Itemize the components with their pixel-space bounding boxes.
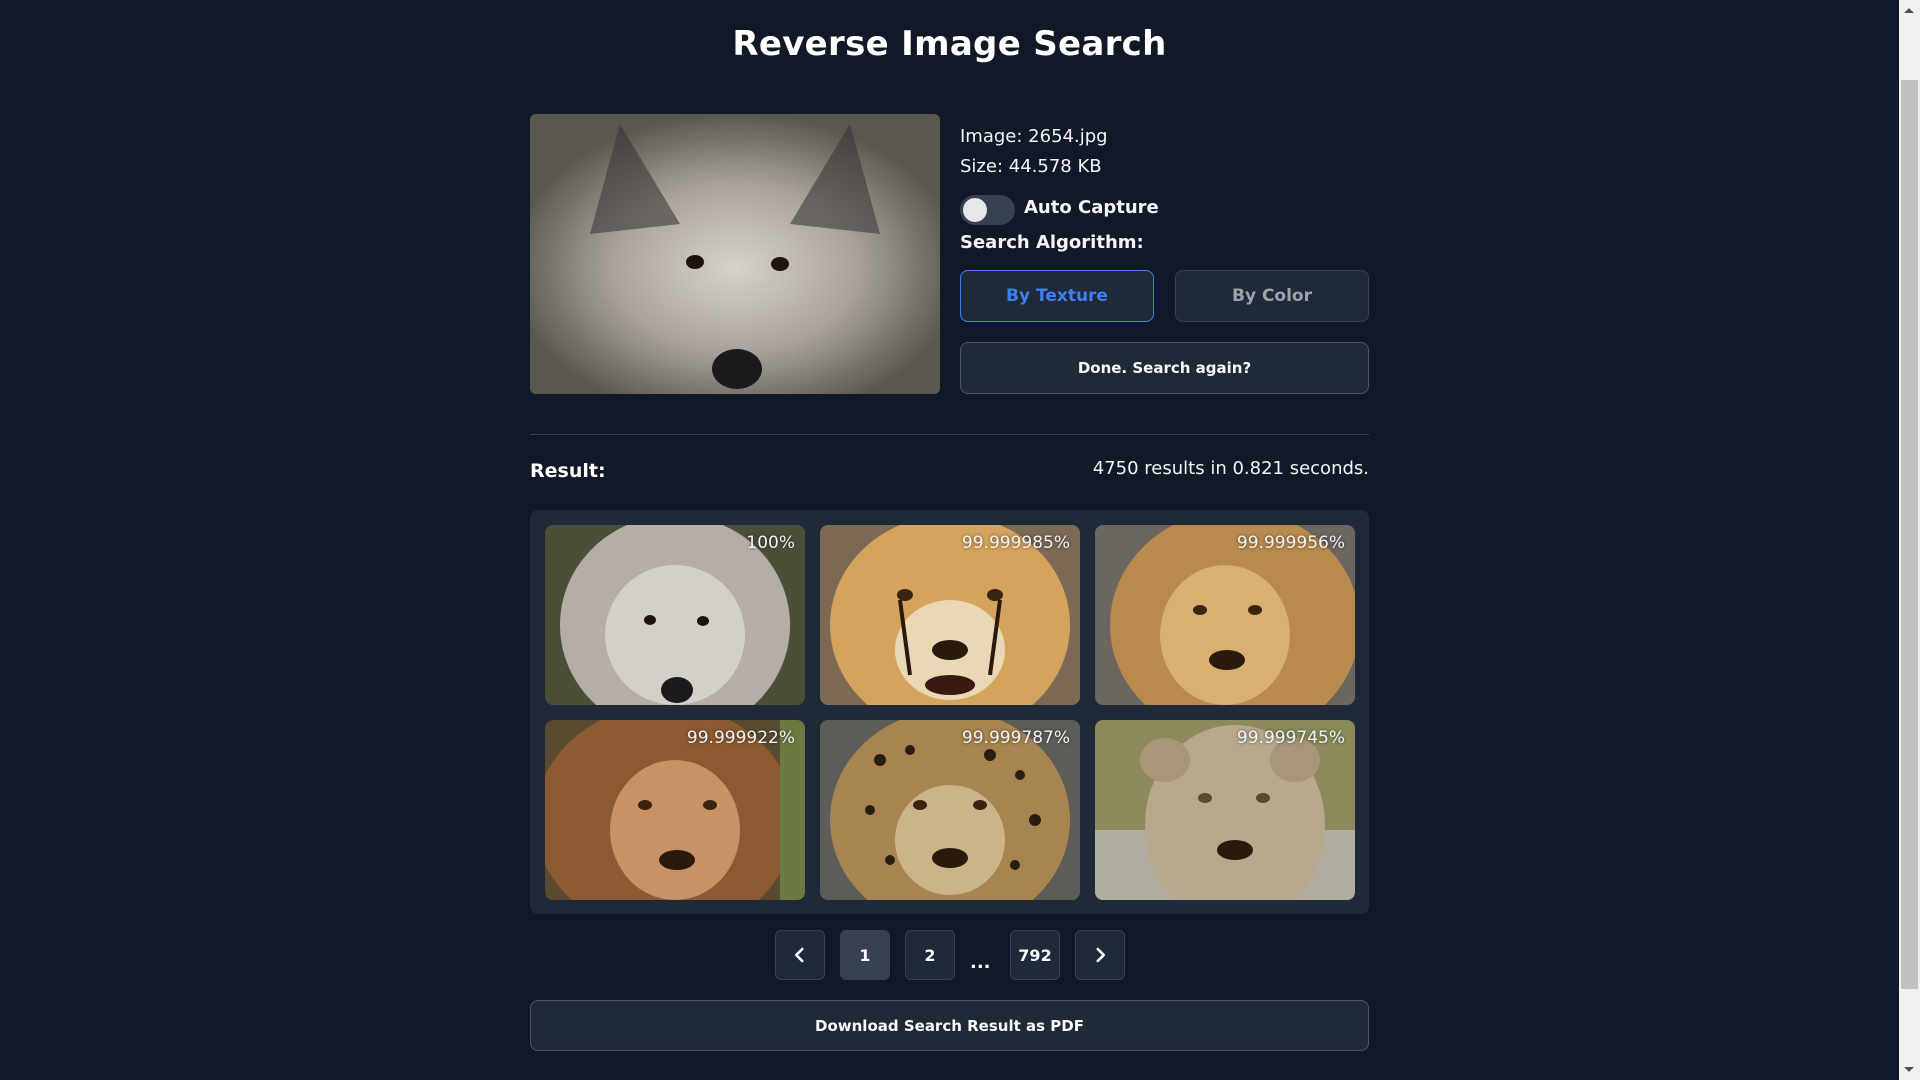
result-tile-cheetah[interactable]: 99.999985% [820,525,1080,705]
result-tile-wolf[interactable]: 100% [545,525,805,705]
toggle-knob [963,198,987,222]
scroll-down-icon[interactable] [1904,1067,1914,1072]
similarity-score: 99.999956% [1236,533,1345,553]
image-size: Size: 44.578 KB [960,156,1102,177]
similarity-score: 99.999787% [961,728,1070,748]
by-texture-button[interactable]: By Texture [960,270,1154,322]
similarity-score: 99.999985% [961,533,1070,553]
result-label: Result: [530,460,606,482]
search-again-button[interactable]: Done. Search again? [960,342,1369,394]
similarity-score: 99.999745% [1236,728,1345,748]
result-tile-lion[interactable]: 99.999956% [1095,525,1355,705]
pagination-ellipsis: ... [970,952,991,973]
image-name: Image: 2654.jpg [960,126,1108,147]
page-button-1[interactable]: 1 [840,930,890,980]
download-pdf-button[interactable]: Download Search Result as PDF [530,1000,1369,1051]
page-button-last[interactable]: 792 [1010,930,1060,980]
query-image [530,114,940,394]
scroll-up-icon[interactable] [1904,8,1914,13]
search-algorithm-label: Search Algorithm: [960,232,1144,253]
chevron-right-icon [1096,947,1106,963]
similarity-score: 99.999922% [686,728,795,748]
result-tile-lion[interactable]: 99.999922% [545,720,805,900]
page-button-2[interactable]: 2 [905,930,955,980]
similarity-score: 100% [746,533,795,553]
auto-capture-toggle[interactable] [960,195,1015,225]
result-stats: 4750 results in 0.821 seconds. [1092,458,1369,479]
prev-page-button[interactable] [775,930,825,980]
by-color-button[interactable]: By Color [1175,270,1369,322]
next-page-button[interactable] [1075,930,1125,980]
scrollbar[interactable] [1899,0,1920,1080]
page-title: Reverse Image Search [732,24,1167,64]
scrollbar-thumb[interactable] [1901,80,1918,989]
result-tile-lioness[interactable]: 99.999745% [1095,720,1355,900]
wolf-image [530,114,940,394]
result-tile-leopard[interactable]: 99.999787% [820,720,1080,900]
divider [530,434,1369,435]
chevron-left-icon [794,947,804,963]
auto-capture-label: Auto Capture [1024,197,1159,218]
results-grid: 100% 99.999985% 99.999956% 99.999922% 99… [530,510,1369,914]
